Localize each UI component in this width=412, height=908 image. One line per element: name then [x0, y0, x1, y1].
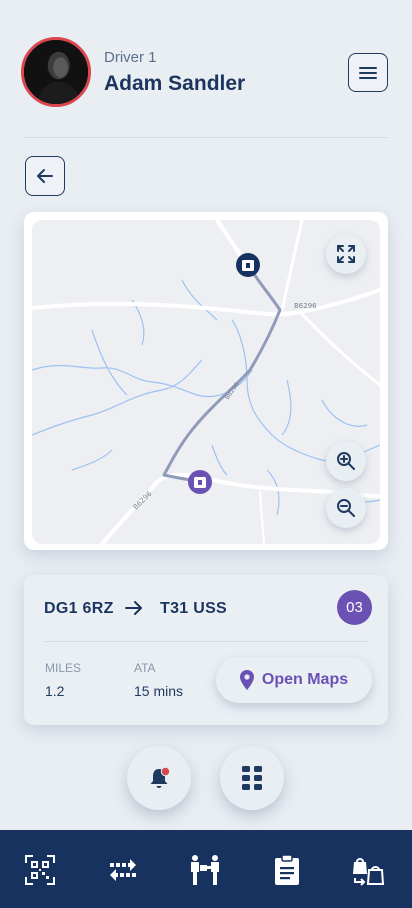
nav-delivery[interactable] [187, 852, 223, 888]
end-marker-icon[interactable] [188, 470, 212, 494]
card-divider [44, 641, 368, 642]
header-divider [24, 137, 388, 138]
open-maps-button[interactable]: Open Maps [216, 657, 372, 703]
miles-label: MILES [45, 661, 82, 675]
nav-scan[interactable] [22, 852, 58, 888]
bottom-navigation [0, 830, 412, 908]
menu-button[interactable] [348, 53, 388, 92]
alert-dot [160, 766, 171, 777]
stop-count-badge: 03 [337, 590, 372, 625]
app-grid-button[interactable] [220, 746, 284, 810]
ata-label: ATA [134, 661, 156, 675]
driver-number-label: Driver 1 [104, 49, 157, 66]
zoom-out-icon [337, 499, 355, 517]
zoom-in-button[interactable] [326, 441, 366, 481]
driver-name: Adam Sandler [104, 72, 246, 95]
map-card: B6296 B6296 B6296 [24, 212, 388, 550]
map-canvas: B6296 B6296 B6296 [32, 220, 380, 544]
header: Driver 1 Adam Sandler [0, 0, 412, 138]
road-label: B6296 [294, 302, 317, 310]
open-maps-label: Open Maps [261, 671, 349, 688]
arrow-left-icon [37, 169, 53, 183]
clipboard-icon [275, 854, 299, 885]
back-button[interactable] [25, 156, 65, 196]
origin-postcode: DG1 6RZ [44, 600, 114, 617]
map-view[interactable]: B6296 B6296 B6296 [32, 220, 380, 544]
fullscreen-button[interactable] [326, 234, 366, 274]
driver-photo [24, 40, 88, 104]
road-label: B6296 [132, 489, 154, 511]
zoom-in-icon [337, 452, 355, 470]
delivery-icon [191, 855, 219, 885]
ata-value: 15 mins [134, 683, 184, 699]
start-marker-icon[interactable] [236, 253, 260, 277]
bags-exchange-icon [353, 858, 385, 886]
transfer-icon [110, 859, 136, 881]
destination-postcode: T31 USS [160, 600, 228, 617]
hamburger-icon [359, 66, 377, 79]
arrow-right-icon [125, 601, 142, 615]
avatar[interactable] [21, 37, 91, 107]
route-summary-card: DG1 6RZ T31 USS 03 MILES 1.2 ATA 15 mins… [24, 575, 388, 725]
grid-icon [242, 766, 262, 790]
notifications-button[interactable] [127, 746, 191, 810]
road-label: B6296 [224, 381, 241, 401]
nav-bags[interactable] [350, 852, 386, 888]
miles-value: 1.2 [45, 683, 65, 699]
map-pin-icon [239, 670, 254, 690]
zoom-out-button[interactable] [326, 488, 366, 528]
expand-icon [337, 245, 355, 263]
qr-scan-icon [25, 855, 55, 885]
nav-transfer[interactable] [105, 852, 141, 888]
nav-clipboard[interactable] [269, 852, 305, 888]
bell-icon [150, 766, 171, 788]
